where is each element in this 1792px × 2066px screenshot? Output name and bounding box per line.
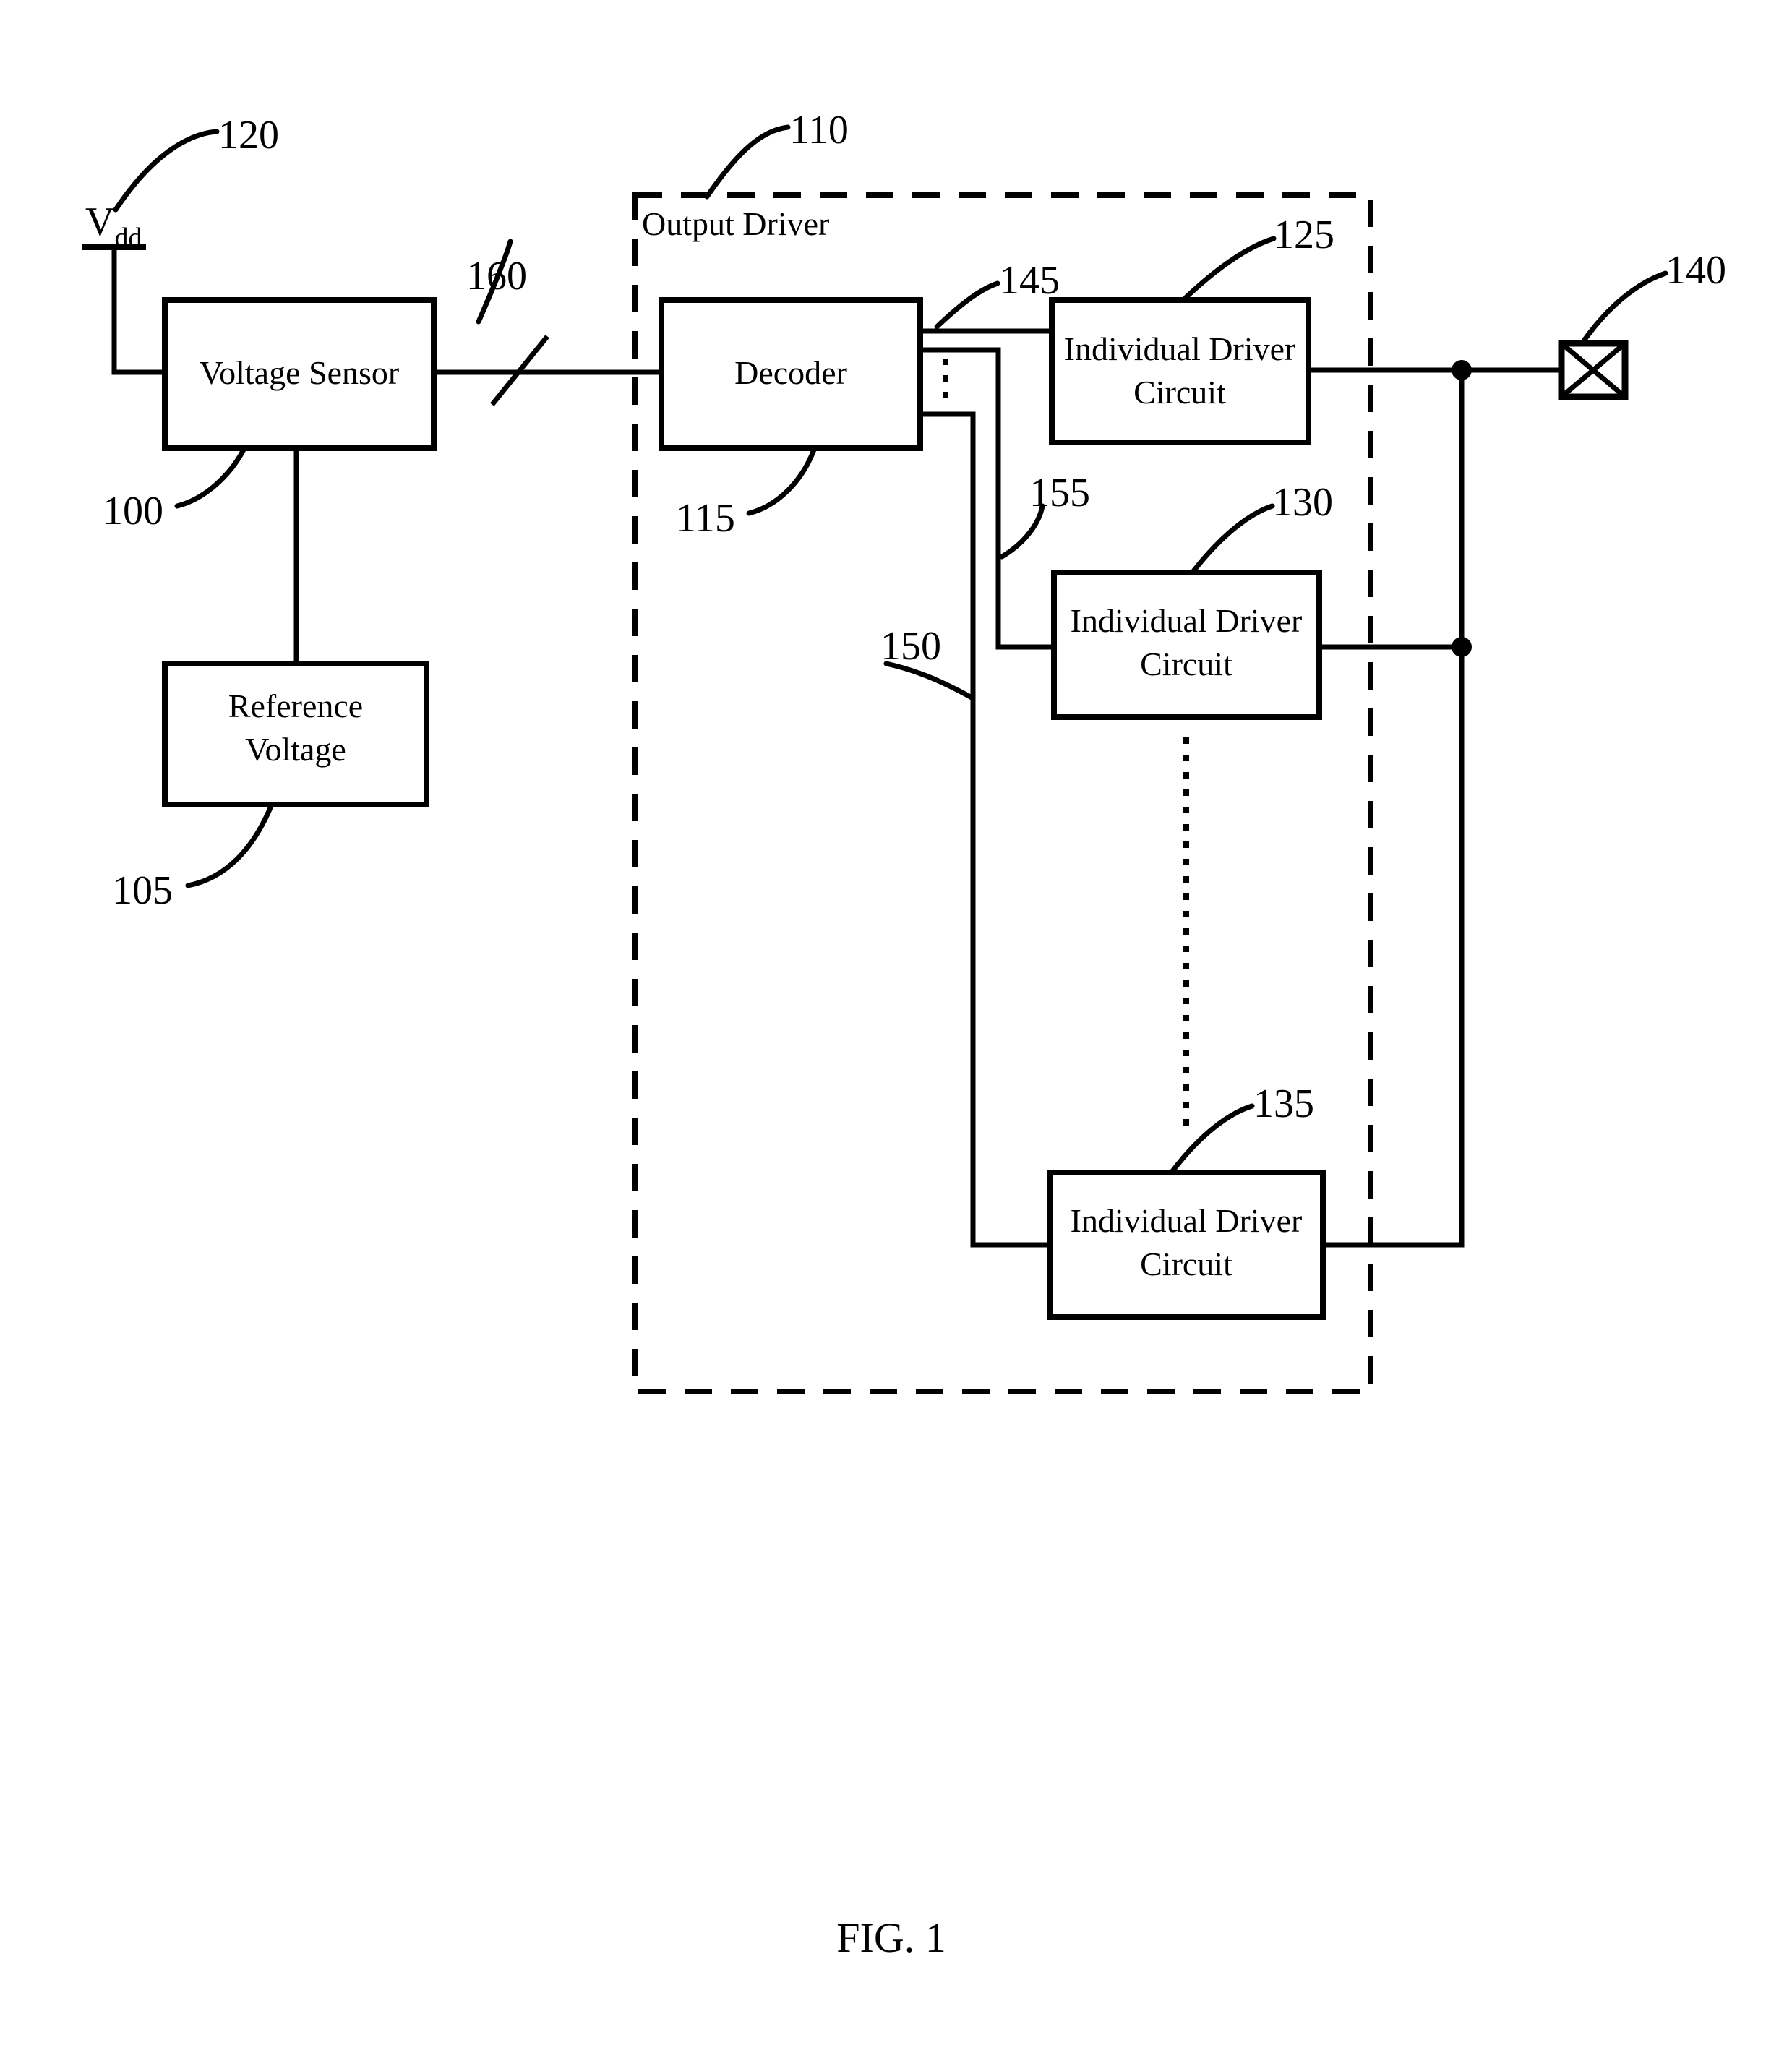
- leader-line-125: [1183, 236, 1277, 301]
- junction-dot-driver-2: [1452, 637, 1472, 657]
- ref-numeral-135: 135: [1253, 1081, 1314, 1126]
- circuit-block-diagram: Voltage Sensor Reference Voltage Decoder…: [82, 108, 1726, 1961]
- driver-1-label-line1: Individual Driver: [1064, 330, 1296, 367]
- ref-numeral-105: 105: [112, 868, 173, 913]
- ref-numeral-140: 140: [1665, 248, 1726, 293]
- reference-voltage-label-line1: Reference: [228, 687, 363, 724]
- ref-numeral-100: 100: [103, 489, 163, 533]
- output-driver-group-label: Output Driver: [642, 205, 829, 242]
- leader-line-120: [113, 129, 220, 213]
- leader-line-145: [934, 280, 1000, 330]
- ref-numeral-155: 155: [1029, 471, 1090, 515]
- leader-line-115: [746, 447, 817, 516]
- reference-voltage-label-line2: Voltage: [245, 731, 346, 768]
- patent-figure-page: Voltage Sensor Reference Voltage Decoder…: [0, 0, 1792, 2066]
- driver-1-label-line2: Circuit: [1133, 374, 1226, 411]
- individual-driver-circuit-2-block: [1051, 570, 1322, 720]
- junction-dot-driver-1: [1452, 360, 1472, 380]
- leader-line-105: [185, 803, 274, 888]
- ref-numeral-145: 145: [999, 258, 1060, 303]
- ref-numeral-110: 110: [789, 108, 849, 153]
- driver-n-label-line1: Individual Driver: [1071, 1202, 1303, 1239]
- driver-2-label-line1: Individual Driver: [1071, 602, 1303, 639]
- figure-caption: FIG. 1: [836, 1914, 946, 1961]
- leader-line-100: [174, 447, 246, 509]
- individual-driver-circuit-1-block: [1049, 297, 1311, 445]
- ref-numeral-130: 130: [1272, 480, 1333, 525]
- vdd-symbol-main: V: [85, 200, 114, 244]
- leader-line-130: [1191, 503, 1275, 574]
- decoder-output-150-wire: [917, 411, 1053, 1248]
- ref-numeral-120: 120: [218, 113, 279, 158]
- leader-line-140: [1582, 270, 1668, 343]
- leader-line-150: [883, 661, 976, 701]
- ref-numeral-125: 125: [1274, 213, 1334, 257]
- individual-driver-circuit-n-block: [1047, 1170, 1326, 1320]
- driver-n-label-line2: Circuit: [1140, 1246, 1232, 1282]
- leader-line-110: [704, 124, 791, 200]
- vdd-symbol-subscript: dd: [114, 223, 142, 253]
- driver-2-label-line2: Circuit: [1140, 646, 1232, 682]
- decoder-label: Decoder: [734, 354, 847, 391]
- ref-numeral-160: 160: [466, 254, 527, 299]
- leader-line-135: [1170, 1103, 1255, 1174]
- voltage-sensor-label: Voltage Sensor: [200, 354, 399, 391]
- vdd-wire-to-sensor: [111, 244, 171, 375]
- ref-numeral-115: 115: [676, 496, 735, 541]
- ref-numeral-150: 150: [880, 624, 941, 669]
